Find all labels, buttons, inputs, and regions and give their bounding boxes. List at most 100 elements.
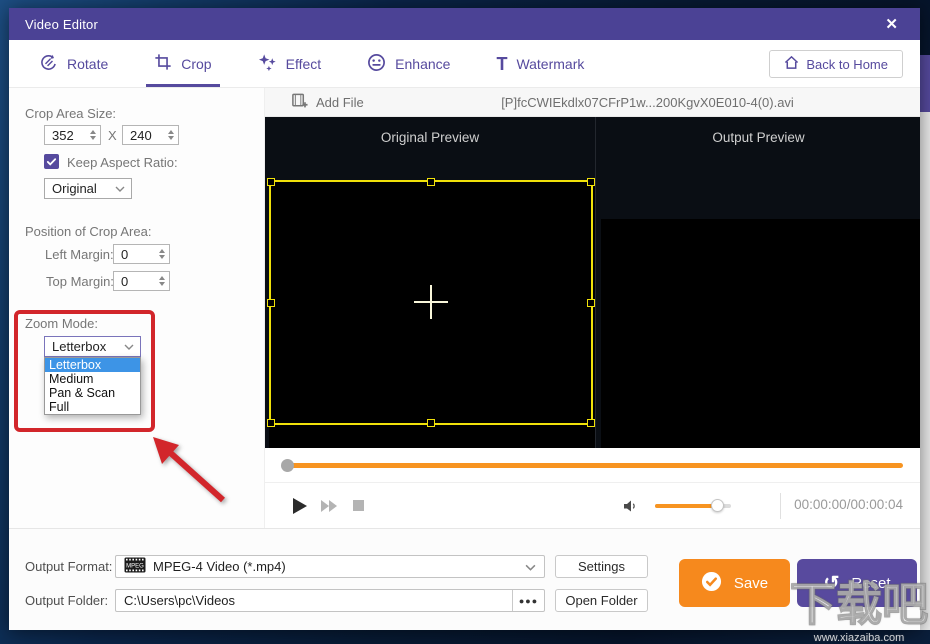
reset-button[interactable]: ↺ Reset [797,559,917,607]
crop-handle-bottom-left[interactable] [267,419,275,427]
checkmark-icon [46,158,57,166]
crop-width-value: 352 [52,127,74,143]
aspect-ratio-dropdown[interactable]: Original [44,178,132,199]
crop-handle-bottom-center[interactable] [427,419,435,427]
background-window-sliver [920,112,930,630]
left-margin-stepper[interactable]: 0 [113,244,170,264]
output-format-label: Output Format: [25,559,113,574]
volume-slider[interactable] [655,499,731,512]
svg-text:MPEG: MPEG [126,564,144,570]
reset-icon: ↺ [823,572,840,594]
zoom-mode-option-medium[interactable]: Medium [45,372,140,386]
tab-effect[interactable]: Effect [258,40,322,87]
chevron-down-icon [124,344,140,350]
output-folder-value: C:\Users\pc\Videos [124,593,236,608]
tab-label: Watermark [516,55,585,72]
zoom-mode-option-pan-scan[interactable]: Pan & Scan [45,386,140,400]
effect-sparkles-icon [258,53,277,75]
back-to-home-button[interactable]: Back to Home [769,50,903,78]
player-controls: 00:00:00/00:00:04 [265,484,920,528]
zoom-mode-value: Letterbox [52,339,107,354]
position-of-crop-area-label: Position of Crop Area: [25,224,152,239]
tab-bar: Rotate Crop Effect Enhance T Watermark B… [9,40,920,88]
zoom-mode-option-letterbox[interactable]: Letterbox [45,358,140,372]
reset-label: Reset [851,574,891,592]
title-bar: Video Editor ✕ [9,8,920,40]
crop-height-stepper[interactable]: 240 [122,125,179,145]
output-folder-label: Output Folder: [25,593,109,608]
crop-width-stepper[interactable]: 352 [44,125,101,145]
open-folder-button[interactable]: Open Folder [555,589,648,612]
top-margin-stepper[interactable]: 0 [113,271,170,291]
fast-forward-button[interactable] [321,500,337,512]
stop-button[interactable] [353,500,364,511]
tab-rotate[interactable]: Rotate [39,40,108,87]
output-folder-input[interactable]: C:\Users\pc\Videos ●●● [115,589,545,612]
tab-label: Crop [181,55,212,72]
close-icon[interactable]: ✕ [879,15,904,33]
video-editor-window: Video Editor ✕ Rotate Crop Effect Enhanc… [9,8,920,630]
tab-label: Enhance [395,55,451,72]
aspect-ratio-value: Original [52,181,97,196]
crosshair-icon [430,285,432,319]
output-video-frame [601,219,920,469]
add-file-label: Add File [316,94,364,110]
stepper-arrows-icon[interactable] [164,130,178,140]
seek-thumb[interactable] [281,459,294,472]
crop-handle-top-left[interactable] [267,178,275,186]
zoom-mode-label: Zoom Mode: [25,316,98,331]
tab-enhance[interactable]: Enhance [367,40,450,87]
tab-label: Effect [285,55,322,72]
seek-bar[interactable] [288,463,903,468]
output-format-dropdown[interactable]: MPEG MPEG-4 Video (*.mp4) [115,555,545,578]
loaded-file-name: [P]fcCWIEkdlx07CFrP1w...200KgvX0E010-4(0… [501,94,794,110]
crop-handle-mid-right[interactable] [587,298,595,307]
crop-area-size-label: Crop Area Size: [25,106,117,121]
crop-handle-top-right[interactable] [587,178,595,186]
crop-handle-mid-left[interactable] [267,298,275,307]
back-to-home-label: Back to Home [806,56,888,72]
add-file-icon [291,92,308,112]
stepper-arrows-icon[interactable] [86,130,100,140]
preview-divider [595,117,596,448]
preview-workspace: Add File [P]fcCWIEkdlx07CFrP1w...200KgvX… [265,88,920,528]
chevron-down-icon [525,559,536,574]
annotation-arrow [153,437,226,503]
speaker-icon[interactable] [621,497,639,520]
background-window-sliver [920,55,930,112]
left-margin-label: Left Margin: [45,247,114,262]
preview-area: Original Preview Output Preview [265,117,920,470]
top-margin-value: 0 [121,273,129,289]
home-icon [784,55,799,73]
crop-handle-top-center[interactable] [427,178,435,186]
crop-icon [154,53,172,74]
site-watermark-url: www.xiazaiba.com [813,632,905,644]
tab-crop[interactable]: Crop [146,40,221,87]
output-format-value: MPEG-4 Video (*.mp4) [153,559,286,574]
volume-thumb[interactable] [711,499,724,512]
top-margin-label: Top Margin: [46,274,114,289]
play-button[interactable] [293,498,307,514]
keep-aspect-ratio-checkbox[interactable] [44,154,59,169]
zoom-mode-option-full[interactable]: Full [45,400,140,414]
crop-settings-panel: Crop Area Size: 352 X 240 Keep Aspect Ra… [9,88,265,528]
stepper-arrows-icon[interactable] [155,249,169,259]
save-label: Save [733,574,769,592]
enhance-icon [367,53,386,75]
settings-button[interactable]: Settings [555,555,648,578]
time-display: 00:00:00/00:00:04 [794,497,903,512]
rotate-icon [39,53,58,75]
watermark-text-icon: T [496,53,508,74]
crop-handle-bottom-right[interactable] [587,419,595,427]
add-file-button[interactable]: Add File [265,92,364,112]
zoom-mode-dropdown[interactable]: Letterbox [44,336,141,357]
dimension-separator-label: X [108,128,117,143]
stepper-arrows-icon[interactable] [155,276,169,286]
chevron-down-icon [115,186,131,192]
original-preview-label: Original Preview [380,130,480,145]
timeline-row [265,448,920,483]
save-button[interactable]: Save [679,559,790,607]
tab-label: Rotate [67,55,109,72]
tab-watermark[interactable]: T Watermark [496,40,584,87]
browse-folder-button[interactable]: ●●● [512,590,544,611]
